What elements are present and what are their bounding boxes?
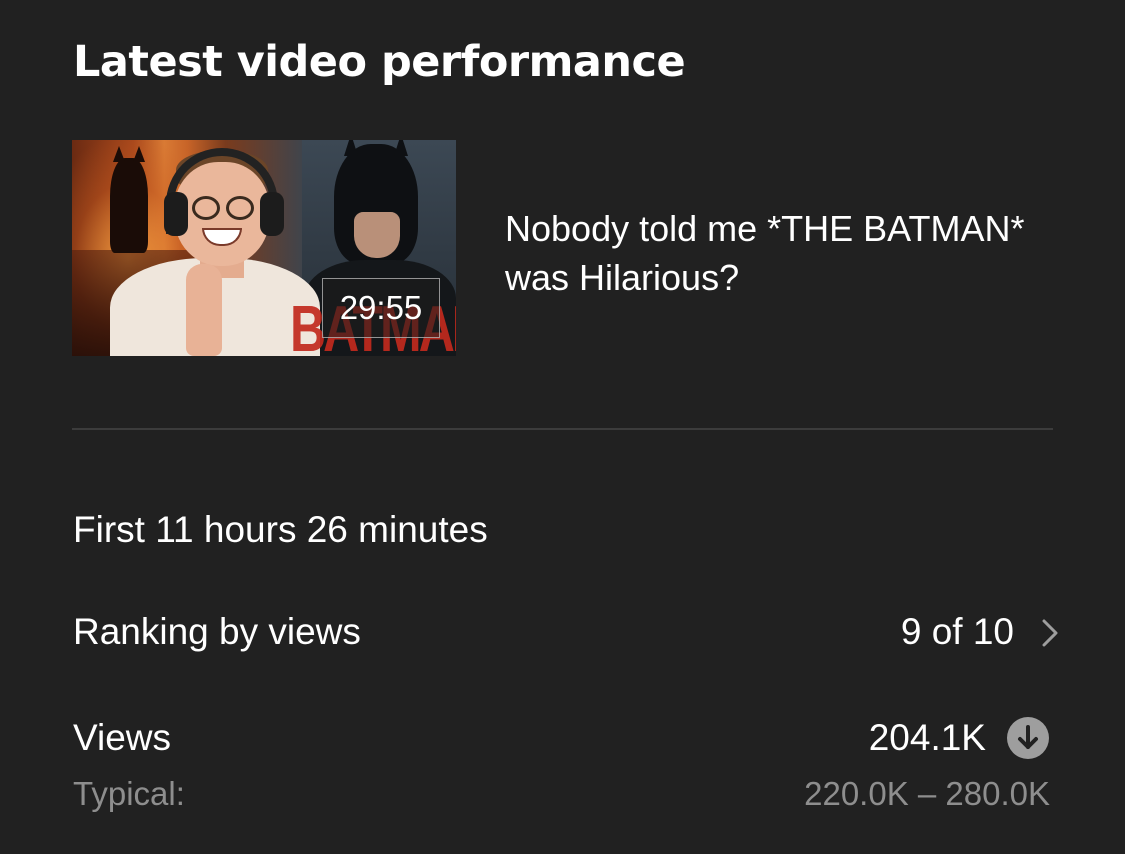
thumbnail-bat-figure xyxy=(110,146,148,253)
views-row: Views 204.1K xyxy=(73,712,1073,764)
thumbnail-batman-ear xyxy=(394,140,408,156)
thumbnail-batman-face xyxy=(354,212,400,258)
views-value: 204.1K xyxy=(868,717,986,758)
arrow-down-circle-icon xyxy=(1007,717,1049,759)
duration-badge: 29:55 xyxy=(322,278,440,338)
views-label: Views xyxy=(73,717,172,758)
thumbnail-hand xyxy=(186,264,222,356)
divider xyxy=(72,428,1053,430)
thumbnail-headphone-cup xyxy=(164,192,188,236)
typical-row: Typical: 220.0K – 280.0K xyxy=(73,770,1053,818)
time-period-label: First 11 hours 26 minutes xyxy=(73,509,488,550)
typical-range: 220.0K – 280.0K xyxy=(804,775,1050,812)
video-thumbnail[interactable]: BATMAN 29:55 xyxy=(72,140,456,356)
chevron-right-icon[interactable] xyxy=(1037,618,1063,648)
ranking-row[interactable]: Ranking by views 9 of 10 xyxy=(73,606,1073,658)
ranking-value: 9 of 10 xyxy=(900,611,1014,652)
thumbnail-headphone-cup xyxy=(260,192,284,236)
thumbnail-batman-ear xyxy=(344,140,358,156)
card-title: Latest video performance xyxy=(73,37,686,87)
video-title[interactable]: Nobody told me *THE BATMAN* was Hilariou… xyxy=(505,204,1025,302)
latest-video-item[interactable]: BATMAN 29:55 Nobody told me *THE BATMAN*… xyxy=(72,140,1052,356)
ranking-label: Ranking by views xyxy=(73,611,361,652)
typical-label: Typical: xyxy=(73,775,185,812)
